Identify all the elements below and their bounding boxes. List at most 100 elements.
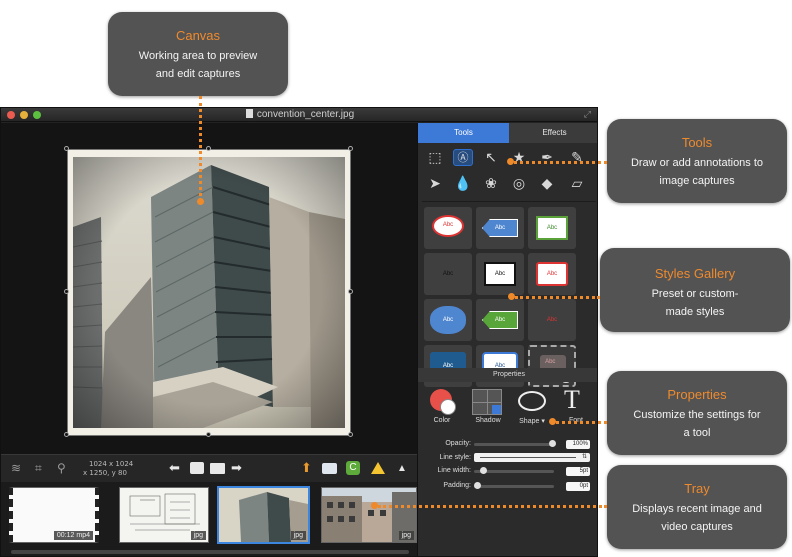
style-tile[interactable]: Abc: [528, 207, 576, 249]
color-label: Color: [433, 417, 451, 424]
resize-handle[interactable]: [348, 432, 353, 437]
dimensions-size: 1024 x 1024: [89, 460, 134, 468]
tray-item-building-selected[interactable]: jpg: [217, 486, 310, 544]
style-tile[interactable]: Abc: [424, 299, 472, 341]
document-icon: [245, 109, 253, 118]
callout-title: Properties: [667, 387, 727, 402]
slider-knob[interactable]: [480, 467, 487, 474]
collapse-tray-icon[interactable]: ▲: [397, 463, 407, 474]
arrow-icon[interactable]: ↖: [481, 149, 501, 166]
folder-icon[interactable]: [210, 463, 225, 474]
style-tile-label: Abc: [546, 271, 558, 277]
blur-drop-icon[interactable]: 💧: [453, 175, 473, 192]
color-secondary-swatch[interactable]: [440, 399, 456, 415]
zoom-icon[interactable]: ⚲: [57, 461, 66, 475]
tray-item-blueprint[interactable]: jpg: [119, 487, 209, 543]
resize-handle[interactable]: [64, 432, 69, 437]
shape-icon[interactable]: [518, 391, 546, 411]
fill-bucket-icon[interactable]: ◆: [537, 175, 557, 192]
title-bar: convention_center.jpg ⤢: [1, 108, 597, 122]
chevron-down-icon: ⇅: [581, 454, 587, 460]
tray-item-street[interactable]: jpg: [321, 487, 417, 543]
connector-line: [514, 161, 607, 164]
tray-scrollbar[interactable]: [11, 550, 409, 554]
callout-title: Tools: [681, 135, 713, 150]
style-tile[interactable]: Abc: [476, 299, 524, 341]
line-width-label: Line width:: [437, 467, 471, 474]
style-tile[interactable]: Abc: [528, 299, 576, 341]
tray: 00:12 mp4 jpg jpg jpg: [1, 482, 417, 556]
drive-icon[interactable]: [371, 462, 385, 474]
share-icon[interactable]: ⬆: [301, 460, 312, 476]
canvas[interactable]: [1, 123, 417, 454]
callout-description: Draw or add annotations to image capture…: [630, 157, 764, 187]
connector-dot: [197, 198, 204, 205]
style-tile[interactable]: Abc: [476, 253, 524, 295]
crop-icon[interactable]: ⌗: [35, 461, 42, 476]
slider-knob[interactable]: [474, 482, 481, 489]
style-tile[interactable]: Abc: [476, 207, 524, 249]
resize-handle[interactable]: [348, 289, 353, 294]
text-callout-icon[interactable]: Ⓐ: [453, 149, 473, 166]
building-photo: [73, 157, 345, 428]
style-tile[interactable]: Abc: [528, 253, 576, 295]
style-tile[interactable]: Abc: [424, 207, 472, 249]
slider-knob[interactable]: [549, 440, 556, 447]
panel-tabs: Tools Effects: [418, 123, 597, 143]
callout-description: Preset or custom-made styles: [651, 288, 739, 318]
cursor-coordinates: x 1250, y 80: [83, 469, 127, 477]
connector-line: [199, 96, 202, 202]
tab-effects[interactable]: Effects: [509, 123, 597, 143]
style-tile-label: Abc: [442, 317, 454, 323]
window-title-text: convention_center.jpg: [256, 109, 355, 120]
callout-tray: Tray Displays recent image and video cap…: [607, 465, 787, 549]
style-tile-label: Abc: [494, 317, 506, 323]
pointer-icon[interactable]: ➤: [425, 175, 445, 192]
selection-rect-icon[interactable]: ⬚: [425, 149, 445, 166]
opacity-value[interactable]: 100%: [566, 440, 590, 449]
screencast-icon[interactable]: C: [346, 461, 360, 475]
connector-dot: [371, 502, 378, 509]
callout-title: Styles Gallery: [654, 266, 736, 281]
resize-handle[interactable]: [64, 146, 69, 151]
line-style-select[interactable]: ⇅: [474, 453, 590, 462]
callout-properties: Properties Customize the settings for a …: [607, 371, 787, 455]
resize-handle[interactable]: [64, 289, 69, 294]
tab-tools[interactable]: Tools: [418, 123, 509, 143]
style-tile-label: Abc: [494, 225, 506, 231]
connector-line: [515, 296, 600, 299]
side-panel: Tools Effects ⬚ Ⓐ ↖ ★ ✒ ✎ ➤ 💧 ❀ ◎ ◆ ▱ Ab…: [417, 123, 597, 556]
previous-arrow-icon[interactable]: ⬅: [169, 460, 180, 476]
tray-item-video[interactable]: 00:12 mp4: [9, 487, 99, 543]
shadow-swatch: [492, 405, 501, 414]
mail-icon[interactable]: [322, 463, 337, 474]
callout-title: Tray: [684, 481, 710, 496]
padding-label: Padding:: [443, 482, 471, 489]
properties-header: Properties: [418, 368, 597, 382]
next-arrow-icon[interactable]: ➡: [231, 460, 242, 476]
shadow-label: Shadow: [475, 417, 501, 424]
style-tile-label: Abc: [545, 359, 556, 366]
annotated-screenshot: convention_center.jpg ⤢ ≋ ⌗ ⚲ 1024 x 102…: [0, 0, 792, 557]
line-width-slider[interactable]: [474, 467, 554, 474]
camera-icon[interactable]: ◎: [509, 175, 529, 192]
opacity-slider[interactable]: [474, 440, 556, 447]
callout-description: Customize the settings for a tool: [633, 409, 761, 439]
fullscreen-icon[interactable]: ⤢: [584, 109, 591, 120]
color-swatch-icon[interactable]: ❀: [481, 175, 501, 192]
style-tile[interactable]: Abc: [424, 253, 472, 295]
shape-label[interactable]: Shape ▾: [512, 417, 552, 425]
image-adjust-icon[interactable]: ≋: [11, 461, 21, 475]
library-icon[interactable]: [190, 462, 204, 474]
image-capture[interactable]: [67, 149, 351, 436]
eraser-icon[interactable]: ▱: [567, 175, 587, 192]
padding-slider[interactable]: [474, 482, 554, 489]
resize-handle[interactable]: [348, 146, 353, 151]
resize-handle[interactable]: [206, 432, 211, 437]
connector-line: [378, 505, 607, 508]
resize-handle[interactable]: [206, 146, 211, 151]
line-width-value[interactable]: 5pt: [566, 467, 590, 476]
font-icon[interactable]: T: [564, 385, 580, 415]
style-tile-label: Abc: [442, 271, 454, 277]
padding-value[interactable]: 0pt: [566, 482, 590, 491]
